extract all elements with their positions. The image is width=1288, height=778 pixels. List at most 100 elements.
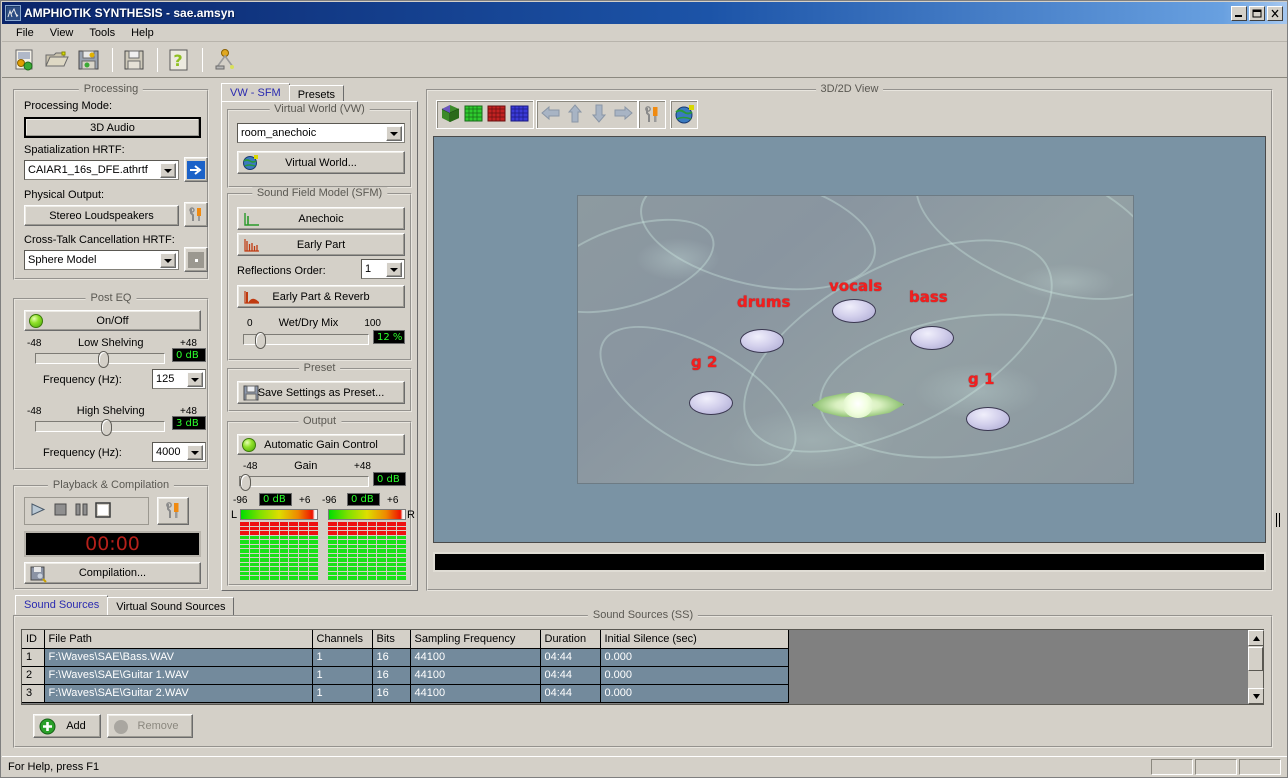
view-front-icon[interactable]: [487, 104, 506, 126]
menu-view[interactable]: View: [42, 26, 82, 40]
chevron-down-icon[interactable]: [187, 445, 203, 460]
physical-output-button[interactable]: Stereo Loudspeakers: [24, 205, 179, 226]
close-button[interactable]: [1267, 5, 1283, 21]
table-cell[interactable]: F:\Waves\SAE\Bass.WAV: [44, 648, 313, 667]
tab-vw-sfm[interactable]: VW - SFM: [221, 83, 290, 103]
remove-button[interactable]: Remove: [107, 714, 193, 738]
about-icon[interactable]: [209, 45, 239, 75]
new-project-icon[interactable]: [10, 45, 40, 75]
view-top-icon[interactable]: [464, 104, 483, 126]
spatialization-hrtf-combo[interactable]: CAIAR1_16s_DFE.athrtf: [24, 160, 179, 180]
menu-tools[interactable]: Tools: [81, 26, 123, 40]
cross-talk-settings-button[interactable]: [184, 247, 208, 272]
low-shelving-slider-thumb[interactable]: [98, 351, 109, 368]
early-part-reverb-button[interactable]: Early Part & Reverb: [237, 285, 405, 308]
anechoic-button[interactable]: Anechoic: [237, 207, 405, 230]
tab-sound-sources[interactable]: Sound Sources: [15, 595, 109, 615]
save-as-icon[interactable]: [119, 45, 149, 75]
stop-icon[interactable]: [53, 502, 68, 520]
view-world-button[interactable]: [670, 100, 698, 129]
table-cell[interactable]: 04:44: [540, 666, 601, 685]
physical-output-settings-button[interactable]: [184, 202, 208, 227]
table-cell[interactable]: 1: [312, 684, 373, 703]
scroll-up-button[interactable]: [1248, 630, 1264, 646]
open-folder-icon[interactable]: [42, 45, 72, 75]
tab-virtual-sound-sources[interactable]: Virtual Sound Sources: [107, 597, 235, 615]
virtual-world-button[interactable]: Virtual World...: [237, 151, 405, 174]
cross-talk-combo[interactable]: Sphere Model: [24, 250, 179, 270]
chevron-down-icon[interactable]: [160, 253, 176, 268]
table-cell[interactable]: 1: [22, 648, 45, 667]
table-cell[interactable]: 04:44: [540, 684, 601, 703]
table-column-header[interactable]: Sampling Frequency: [410, 630, 541, 649]
table-cell[interactable]: 1: [312, 648, 373, 667]
sound-sources-scrollbar[interactable]: [1248, 630, 1264, 704]
post-eq-onoff-button[interactable]: On/Off: [24, 310, 201, 331]
pan-up-icon[interactable]: [567, 103, 583, 126]
pan-down-icon[interactable]: [591, 104, 607, 126]
scroll-thumb[interactable]: [1248, 647, 1263, 671]
spatialization-hrtf-go-button[interactable]: [184, 157, 208, 182]
table-row[interactable]: 2 F:\Waves\SAE\Guitar 1.WAV 1 16 44100 04:44 0…: [22, 666, 789, 685]
virtual-world-combo[interactable]: room_anechoic: [237, 123, 405, 143]
table-cell[interactable]: 44100: [410, 648, 541, 667]
low-frequency-combo[interactable]: 125: [152, 369, 206, 389]
gain-slider-thumb[interactable]: [240, 474, 251, 491]
view-3d-icon[interactable]: [441, 104, 460, 126]
add-button[interactable]: Add: [33, 714, 101, 738]
source-marker-vocals[interactable]: [832, 299, 876, 323]
sound-sources-list[interactable]: ID File Path Channels Bits Sampling Frequenc…: [21, 629, 1264, 705]
table-column-header[interactable]: Bits: [372, 630, 411, 649]
table-cell[interactable]: 16: [372, 666, 411, 685]
table-cell[interactable]: F:\Waves\SAE\Guitar 2.WAV: [44, 684, 313, 703]
source-marker-drums[interactable]: [740, 329, 784, 353]
pan-left-icon[interactable]: [540, 105, 560, 124]
high-shelving-slider[interactable]: [35, 419, 165, 436]
table-row[interactable]: 3 F:\Waves\SAE\Guitar 2.WAV 1 16 44100 04:44 0…: [22, 684, 789, 703]
help-icon[interactable]: ?: [164, 45, 194, 75]
chevron-down-icon[interactable]: [386, 262, 402, 277]
table-row[interactable]: 1 F:\Waves\SAE\Bass.WAV 1 16 44100 04:44 0.000: [22, 648, 789, 667]
table-column-header[interactable]: Duration: [540, 630, 601, 649]
chevron-down-icon[interactable]: [160, 163, 176, 178]
table-cell[interactable]: 44100: [410, 666, 541, 685]
high-shelving-slider-thumb[interactable]: [101, 419, 112, 436]
chevron-down-icon[interactable]: [386, 126, 402, 141]
menu-file[interactable]: File: [8, 26, 42, 40]
compilation-button[interactable]: Compilation...: [24, 562, 201, 584]
record-icon[interactable]: [95, 501, 111, 521]
reflections-order-combo[interactable]: 1: [361, 259, 405, 279]
save-preset-button[interactable]: Save Settings as Preset...: [237, 381, 405, 404]
minimize-button[interactable]: [1231, 5, 1247, 21]
table-cell[interactable]: 3: [22, 684, 45, 703]
table-cell[interactable]: F:\Waves\SAE\Guitar 1.WAV: [44, 666, 313, 685]
source-marker-g2[interactable]: [689, 391, 733, 415]
table-cell[interactable]: 2: [22, 666, 45, 685]
pause-icon[interactable]: [74, 502, 89, 520]
source-marker-g1[interactable]: [966, 407, 1010, 431]
processing-mode-button[interactable]: 3D Audio: [24, 117, 201, 138]
save-icon[interactable]: [74, 45, 104, 75]
view3d-scene[interactable]: [577, 195, 1134, 484]
wet-dry-slider[interactable]: [243, 332, 369, 349]
high-frequency-combo[interactable]: 4000: [152, 442, 206, 462]
table-column-header[interactable]: Channels: [312, 630, 373, 649]
view-settings-button[interactable]: [638, 100, 666, 129]
table-cell[interactable]: 16: [372, 684, 411, 703]
source-marker-bass[interactable]: [910, 326, 954, 350]
view-side-icon[interactable]: [510, 104, 529, 126]
sound-sources-table[interactable]: ID File Path Channels Bits Sampling Frequenc…: [22, 630, 789, 703]
wet-dry-slider-thumb[interactable]: [255, 332, 266, 349]
table-cell[interactable]: 1: [312, 666, 373, 685]
early-part-button[interactable]: Early Part: [237, 233, 405, 256]
pan-right-icon[interactable]: [614, 105, 634, 124]
gain-slider[interactable]: [239, 474, 369, 491]
view3d-canvas[interactable]: vocals drums bass g 2 g 1: [433, 136, 1266, 543]
table-column-header[interactable]: ID: [22, 630, 45, 649]
play-icon[interactable]: [29, 502, 47, 520]
table-cell[interactable]: 44100: [410, 684, 541, 703]
table-column-header[interactable]: Initial Silence (sec): [600, 630, 789, 649]
playback-settings-button[interactable]: [157, 497, 189, 525]
table-cell[interactable]: 0.000: [600, 666, 789, 685]
low-shelving-slider[interactable]: [35, 351, 165, 368]
